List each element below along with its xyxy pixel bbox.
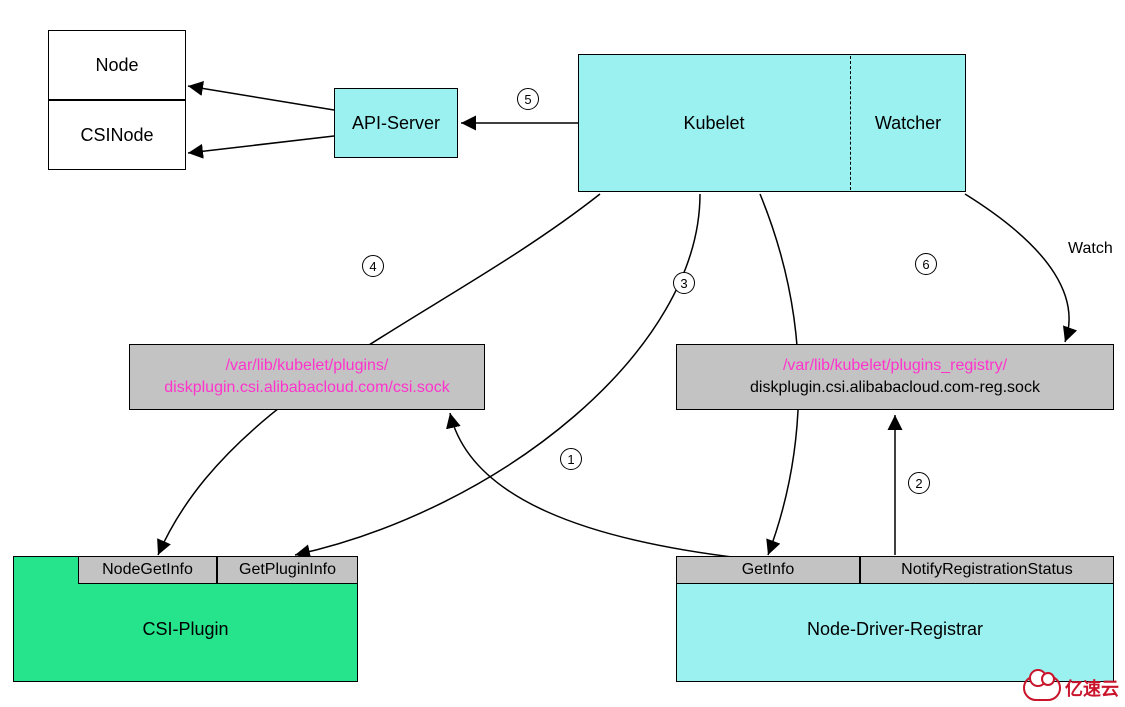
plugins-sock-line1: /var/lib/kubelet/plugins/: [226, 355, 389, 377]
notify-label: NotifyRegistrationStatus: [901, 561, 1073, 579]
get-plugin-info-box: GetPluginInfo: [217, 556, 358, 584]
step-2-badge: 2: [908, 472, 930, 494]
csinode-box: CSINode: [48, 100, 186, 170]
registry-sock-line2: diskplugin.csi.alibabacloud.com-reg.sock: [750, 377, 1040, 399]
registry-sock-box: /var/lib/kubelet/plugins_registry/ diskp…: [676, 344, 1114, 410]
watermark-text: 亿速云: [1065, 675, 1119, 701]
watch-label: Watch: [1068, 240, 1113, 258]
get-info-box: GetInfo: [676, 556, 860, 584]
api-server-box: API-Server: [334, 88, 458, 158]
watcher-label-area: Watcher: [850, 54, 966, 192]
ndr-label: Node-Driver-Registrar: [807, 619, 983, 640]
cloud-icon: [1023, 675, 1061, 701]
step-6-badge: 6: [915, 253, 937, 275]
plugins-sock-line2: diskplugin.csi.alibabacloud.com/csi.sock: [164, 377, 449, 399]
kubelet-label: Kubelet: [683, 113, 744, 134]
node-get-info-label: NodeGetInfo: [102, 561, 193, 579]
registry-sock-line1: /var/lib/kubelet/plugins_registry/: [783, 355, 1007, 377]
csi-plugin-label: CSI-Plugin: [142, 619, 228, 640]
step-3-badge: 3: [673, 272, 695, 294]
api-server-label: API-Server: [352, 113, 440, 134]
kubelet-label-area: Kubelet: [578, 54, 850, 192]
node-get-info-box: NodeGetInfo: [78, 556, 217, 584]
get-plugin-info-label: GetPluginInfo: [239, 561, 336, 579]
step-4-badge: 4: [362, 255, 384, 277]
watcher-label: Watcher: [875, 113, 941, 134]
watermark-logo: 亿速云: [1023, 675, 1119, 701]
plugins-sock-box: /var/lib/kubelet/plugins/ diskplugin.csi…: [129, 344, 485, 410]
notify-box: NotifyRegistrationStatus: [860, 556, 1114, 584]
node-box: Node: [48, 30, 186, 100]
step-5-badge: 5: [517, 88, 539, 110]
node-label: Node: [95, 55, 138, 76]
csinode-label: CSINode: [80, 125, 153, 146]
get-info-label: GetInfo: [742, 561, 794, 579]
step-1-badge: 1: [560, 448, 582, 470]
